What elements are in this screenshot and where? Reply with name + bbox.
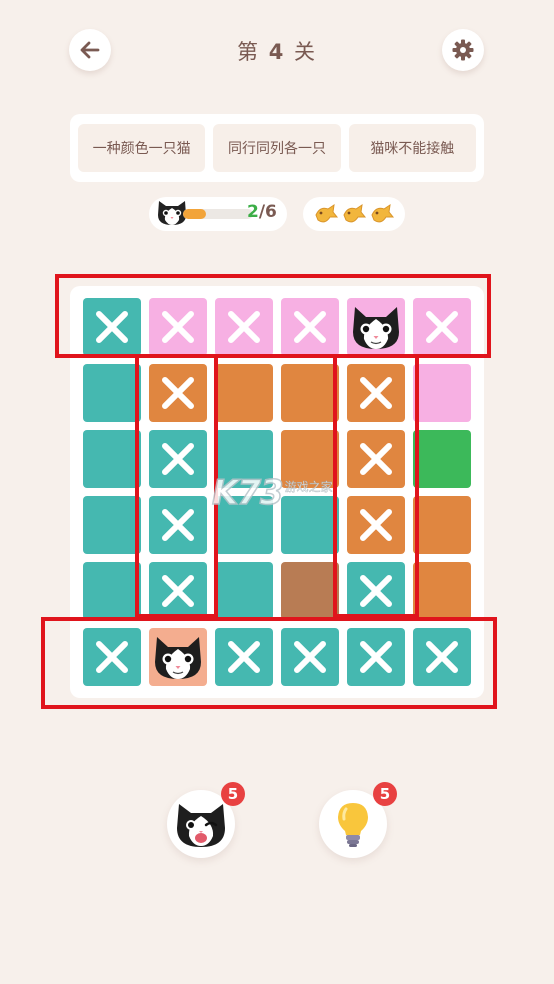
x-mark-icon (162, 509, 194, 541)
x-mark-icon (426, 311, 458, 343)
x-mark-icon (162, 443, 194, 475)
board-cell[interactable] (281, 298, 339, 356)
cat-hint-button[interactable]: 5 (167, 782, 245, 858)
rule-one-cat-per-color: 一种颜色一只猫 (78, 124, 206, 172)
x-mark-icon (228, 641, 260, 673)
fish-hints (303, 197, 405, 231)
progress-bar (183, 209, 253, 219)
board-cell[interactable] (281, 364, 339, 422)
progress-count: 2/6 (247, 202, 277, 222)
x-mark-icon (360, 575, 392, 607)
board-cell[interactable] (215, 364, 273, 422)
cat-icon (155, 637, 201, 679)
board-cell[interactable] (281, 562, 339, 620)
x-mark-icon (228, 311, 260, 343)
settings-button[interactable] (442, 29, 484, 71)
fish-cracker-icon (371, 203, 395, 223)
x-mark-icon (162, 377, 194, 409)
board-cell[interactable] (83, 298, 141, 356)
board-cell[interactable] (149, 364, 207, 422)
board-cell[interactable] (83, 364, 141, 422)
x-mark-icon (162, 575, 194, 607)
x-mark-icon (360, 509, 392, 541)
lightbulb-icon (338, 803, 368, 847)
board-cell[interactable] (413, 496, 471, 554)
x-mark-icon (96, 311, 128, 343)
gear-icon (452, 39, 474, 61)
x-mark-icon (426, 641, 458, 673)
board-cell[interactable] (347, 496, 405, 554)
board-cell[interactable] (215, 430, 273, 488)
board-cell[interactable] (149, 496, 207, 554)
x-mark-icon (360, 377, 392, 409)
board-cell[interactable] (347, 298, 405, 356)
board-cell[interactable] (281, 496, 339, 554)
fish-cracker-icon (343, 203, 367, 223)
board-cell[interactable] (149, 562, 207, 620)
winking-cat-icon (177, 804, 225, 847)
board-cell[interactable] (83, 562, 141, 620)
lightbulb-hint-button[interactable]: 5 (319, 782, 397, 858)
board-cell[interactable] (347, 364, 405, 422)
bulb-hint-count-badge: 5 (373, 782, 397, 806)
rules-panel: 一种颜色一只猫 同行同列各一只 猫咪不能接触 (70, 114, 484, 182)
board-cell[interactable] (413, 628, 471, 686)
board-cell[interactable] (215, 298, 273, 356)
x-mark-icon (360, 641, 392, 673)
rule-cats-cannot-touch: 猫咪不能接触 (348, 124, 476, 172)
rule-one-per-row-column: 同行同列各一只 (213, 124, 341, 172)
x-mark-icon (294, 311, 326, 343)
board-cell[interactable] (215, 496, 273, 554)
board-cell[interactable] (215, 628, 273, 686)
board-cell[interactable] (347, 562, 405, 620)
x-mark-icon (294, 641, 326, 673)
progress-bar-fill (183, 209, 207, 219)
progress-indicator: 2/6 (149, 197, 287, 231)
board-cell[interactable] (281, 628, 339, 686)
board-cell[interactable] (413, 562, 471, 620)
x-mark-icon (360, 443, 392, 475)
cat-icon (353, 307, 399, 349)
board-cell[interactable] (347, 430, 405, 488)
board-cell[interactable] (149, 628, 207, 686)
board-cell[interactable] (83, 430, 141, 488)
board-cell[interactable] (215, 562, 273, 620)
fish-cracker-icon (315, 203, 339, 223)
game-board (70, 286, 484, 698)
board-cell[interactable] (413, 364, 471, 422)
board-cell[interactable] (83, 628, 141, 686)
board-cell[interactable] (149, 298, 207, 356)
board-cell[interactable] (413, 430, 471, 488)
cat-hint-count-badge: 5 (221, 782, 245, 806)
board-cell[interactable] (281, 430, 339, 488)
board-cell[interactable] (413, 298, 471, 356)
x-mark-icon (162, 311, 194, 343)
board-cell[interactable] (347, 628, 405, 686)
board-cell[interactable] (149, 430, 207, 488)
board-cell[interactable] (83, 496, 141, 554)
x-mark-icon (96, 641, 128, 673)
